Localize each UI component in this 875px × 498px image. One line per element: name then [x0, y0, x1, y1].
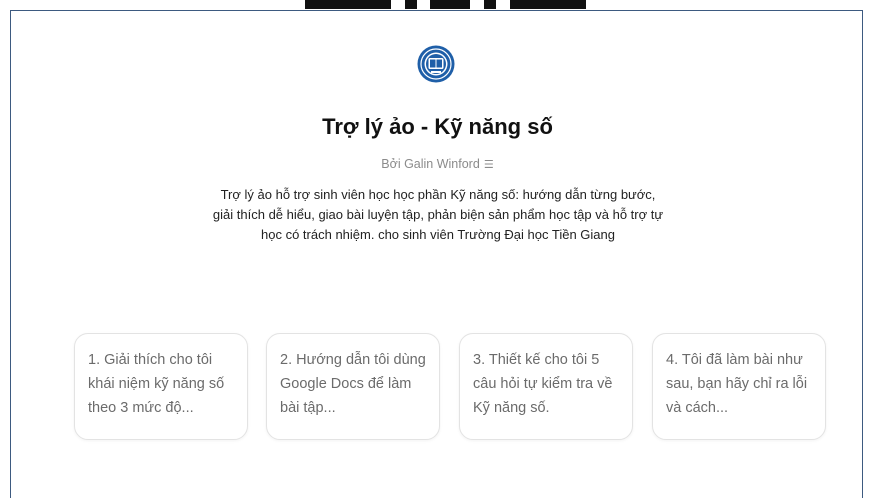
person-icon: ☰ [483, 159, 494, 171]
conversation-starter-4[interactable]: 4. Tôi đã làm bài như sau, bạn hãy chỉ r… [652, 333, 826, 440]
decor-bar [305, 0, 391, 9]
decor-bar [430, 0, 470, 9]
conversation-starter-2[interactable]: 2. Hướng dẫn tôi dùng Google Docs để làm… [266, 333, 440, 440]
author-name: Bởi Galin Winford [381, 157, 480, 171]
conversation-starter-1[interactable]: 1. Giải thích cho tôi khái niệm kỹ năng … [74, 333, 248, 440]
university-seal-icon [417, 45, 455, 83]
decor-bar [484, 0, 496, 9]
decor-bar [405, 0, 417, 9]
conversation-starter-3[interactable]: 3. Thiết kế cho tôi 5 câu hỏi tự kiểm tr… [459, 333, 633, 440]
author-byline: Bởi Galin Winford ☰ [0, 157, 875, 171]
decor-bar [510, 0, 586, 9]
gpt-title: Trợ lý ảo - Kỹ năng số [322, 114, 553, 139]
gpt-description: Trợ lý ảo hỗ trợ sinh viên học học phần … [212, 187, 664, 242]
